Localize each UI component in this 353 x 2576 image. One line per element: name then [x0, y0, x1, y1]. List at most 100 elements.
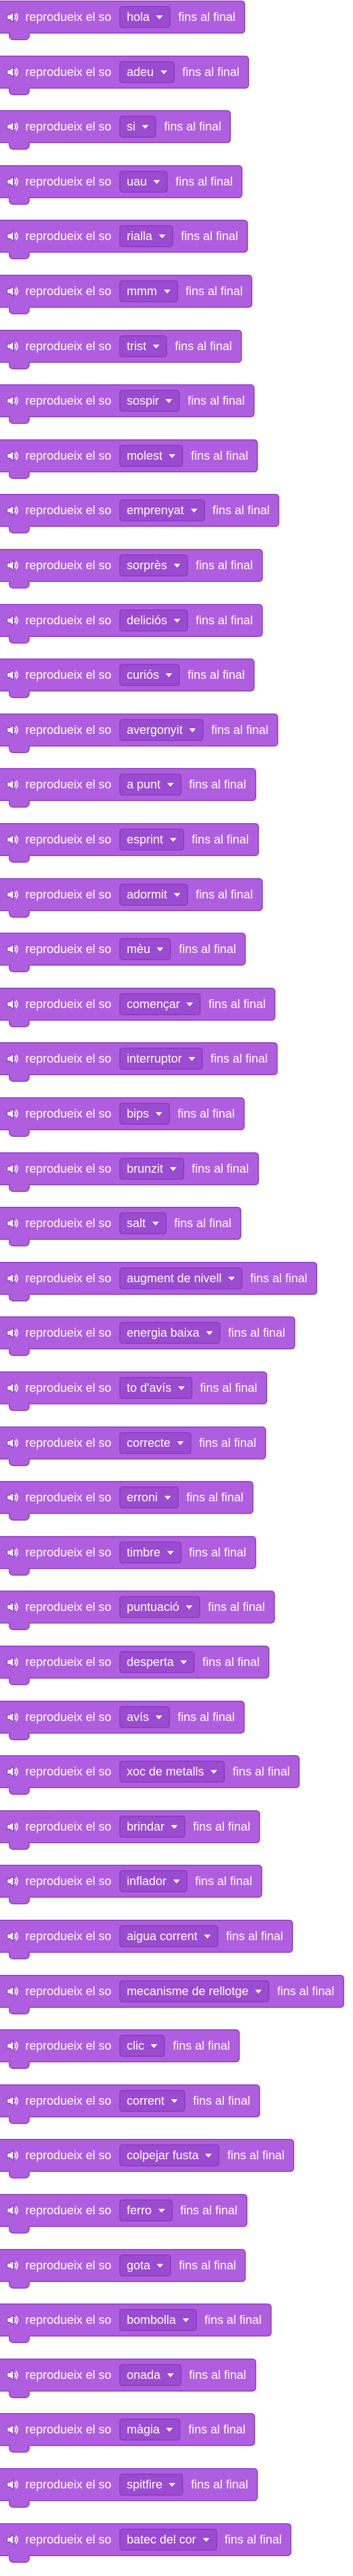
- play-sound-until-done-block[interactable]: reprodueix el so sospir fins al final: [0, 384, 255, 424]
- sound-dropdown[interactable]: erroni: [119, 1486, 179, 1508]
- play-sound-until-done-block[interactable]: reprodueix el so colpejar fusta fins al …: [0, 2139, 295, 2179]
- sound-dropdown[interactable]: timbre: [119, 1542, 181, 1564]
- sound-dropdown[interactable]: uau: [119, 171, 168, 193]
- speaker-icon: [5, 2533, 20, 2547]
- sound-dropdown[interactable]: correcte: [119, 1432, 192, 1454]
- sound-dropdown[interactable]: mecanisme de rellotge: [119, 1980, 269, 2002]
- play-sound-until-done-block[interactable]: reprodueix el so adeu fins al final: [0, 56, 250, 95]
- sound-dropdown[interactable]: a punt: [119, 774, 181, 796]
- play-sound-until-done-block[interactable]: reprodueix el so onada fins al final: [0, 2359, 256, 2398]
- play-sound-until-done-block[interactable]: reprodueix el so avís fins al final: [0, 1701, 245, 1740]
- sound-dropdown[interactable]: spitfire: [119, 2474, 184, 2496]
- play-sound-until-done-block[interactable]: reprodueix el so rialla fins al final: [0, 220, 248, 259]
- play-sound-until-done-block[interactable]: reprodueix el so trist fins al final: [0, 330, 242, 369]
- play-sound-until-done-block[interactable]: reprodueix el so energia baixa fins al f…: [0, 1316, 295, 1356]
- sound-dropdown[interactable]: to d'avís: [119, 1377, 192, 1399]
- sound-dropdown[interactable]: avergonyit: [119, 719, 204, 741]
- sound-dropdown[interactable]: ferro: [119, 2199, 173, 2221]
- chevron-down-icon: [211, 1769, 218, 1774]
- play-sound-until-done-block[interactable]: reprodueix el so desperta fins al final: [0, 1646, 270, 1685]
- play-sound-until-done-block[interactable]: reprodueix el so puntuació fins al final: [0, 1591, 275, 1630]
- play-sound-until-done-block[interactable]: reprodueix el so mecanisme de rellotge f…: [0, 1975, 344, 2014]
- play-sound-until-done-block[interactable]: reprodueix el so deliciós fins al final: [0, 604, 263, 644]
- play-sound-until-done-block[interactable]: reprodueix el so spitfire fins al final: [0, 2468, 258, 2508]
- play-sound-until-done-block[interactable]: reprodueix el so gota fins al final: [0, 2249, 246, 2289]
- sound-dropdown[interactable]: brunzit: [119, 1158, 184, 1180]
- play-sound-until-done-block[interactable]: reprodueix el so timbre fins al final: [0, 1536, 256, 1576]
- play-sound-until-done-block[interactable]: reprodueix el so adormit fins al final: [0, 878, 263, 918]
- chevron-down-icon: [167, 2373, 174, 2377]
- play-sound-until-done-block[interactable]: reprodueix el so mèu fins al final: [0, 933, 246, 972]
- sound-dropdown[interactable]: bombolla: [119, 2309, 197, 2331]
- sound-dropdown[interactable]: augment de nivell: [119, 1267, 242, 1289]
- sound-dropdown-value: avís: [126, 1710, 149, 1724]
- play-sound-until-done-block[interactable]: reprodueix el so sorprès fins al final: [0, 549, 263, 589]
- play-sound-until-done-block[interactable]: reprodueix el so bombolla fins al final: [0, 2303, 272, 2343]
- play-sound-until-done-block[interactable]: reprodueix el so brunzit fins al final: [0, 1152, 259, 1192]
- sound-dropdown[interactable]: colpejar fusta: [119, 2144, 220, 2166]
- sound-dropdown[interactable]: hola: [119, 6, 171, 28]
- sound-dropdown[interactable]: mmm: [119, 280, 178, 302]
- play-sound-until-done-block[interactable]: reprodueix el so xoc de metalls fins al …: [0, 1755, 300, 1795]
- play-sound-until-done-block[interactable]: reprodueix el so esprint fins al final: [0, 823, 259, 863]
- play-sound-until-done-block[interactable]: reprodueix el so salt fins al final: [0, 1207, 241, 1246]
- sound-dropdown[interactable]: curiós: [119, 664, 180, 686]
- sound-dropdown[interactable]: clic: [119, 2035, 166, 2057]
- sound-dropdown[interactable]: salt: [119, 1212, 167, 1234]
- sound-dropdown[interactable]: brindar: [119, 1816, 186, 1838]
- sound-dropdown[interactable]: puntuació: [119, 1596, 200, 1618]
- play-sound-until-done-block[interactable]: reprodueix el so to d'avís fins al final: [0, 1371, 267, 1411]
- play-sound-until-done-block[interactable]: reprodueix el so erroni fins al final: [0, 1481, 253, 1521]
- play-sound-until-done-block[interactable]: reprodueix el so interruptor fins al fin…: [0, 1042, 278, 1082]
- play-sound-until-done-block[interactable]: reprodueix el so brindar fins al final: [0, 1810, 260, 1850]
- sound-dropdown[interactable]: corrent: [119, 2090, 186, 2112]
- sound-dropdown[interactable]: batec del cor: [119, 2529, 217, 2551]
- play-sound-until-done-block[interactable]: reprodueix el so aigua corrent fins al f…: [0, 1920, 293, 1959]
- play-sound-until-done-block[interactable]: reprodueix el so correcte fins al final: [0, 1426, 266, 1466]
- play-sound-until-done-block[interactable]: reprodueix el so molest fins al final: [0, 439, 258, 479]
- sound-dropdown[interactable]: adormit: [119, 884, 188, 906]
- play-sound-until-done-block[interactable]: reprodueix el so mmm fins al final: [0, 275, 253, 314]
- sound-dropdown[interactable]: mèu: [119, 938, 172, 960]
- play-sound-until-done-block[interactable]: reprodueix el so màgia fins al final: [0, 2413, 256, 2453]
- sound-dropdown[interactable]: rialla: [119, 225, 174, 247]
- play-sound-until-done-block[interactable]: reprodueix el so emprenyat fins al final: [0, 494, 280, 533]
- play-sound-until-done-block[interactable]: reprodueix el so inflador fins al final: [0, 1865, 262, 1904]
- play-sound-until-done-block[interactable]: reprodueix el so corrent fins al final: [0, 2084, 260, 2124]
- play-sound-until-done-block[interactable]: reprodueix el so si fins al final: [0, 110, 231, 150]
- play-sound-until-done-block[interactable]: reprodueix el so curiós fins al final: [0, 658, 255, 698]
- sound-dropdown[interactable]: aigua corrent: [119, 1925, 218, 1947]
- sound-dropdown[interactable]: adeu: [119, 61, 175, 83]
- sound-dropdown[interactable]: inflador: [119, 1870, 187, 1892]
- sound-dropdown[interactable]: si: [119, 116, 157, 138]
- play-sound-until-done-block[interactable]: reprodueix el so augment de nivell fins …: [0, 1262, 317, 1301]
- sound-dropdown[interactable]: emprenyat: [119, 499, 205, 521]
- sound-dropdown[interactable]: esprint: [119, 829, 184, 851]
- sound-dropdown[interactable]: xoc de metalls: [119, 1761, 225, 1783]
- sound-dropdown[interactable]: començar: [119, 993, 201, 1015]
- sound-dropdown[interactable]: onada: [119, 2364, 181, 2386]
- play-sound-until-done-block[interactable]: reprodueix el so ferro fins al final: [0, 2194, 247, 2234]
- sound-dropdown[interactable]: sospir: [119, 390, 180, 412]
- play-sound-until-done-block[interactable]: reprodueix el so uau fins al final: [0, 165, 243, 205]
- sound-dropdown[interactable]: interruptor: [119, 1048, 203, 1070]
- sound-dropdown[interactable]: energia baixa: [119, 1322, 220, 1344]
- sound-dropdown[interactable]: avís: [119, 1706, 170, 1728]
- sound-dropdown[interactable]: trist: [119, 335, 167, 357]
- play-sound-until-done-block[interactable]: reprodueix el so batec del cor fins al f…: [0, 2523, 292, 2563]
- sound-dropdown[interactable]: bips: [119, 1103, 170, 1125]
- sound-dropdown[interactable]: deliciós: [119, 609, 188, 631]
- play-sound-until-done-block[interactable]: reprodueix el so bips fins al final: [0, 1097, 245, 1137]
- chevron-down-icon: [155, 1112, 162, 1116]
- play-sound-until-done-block[interactable]: reprodueix el so avergonyit fins al fina…: [0, 714, 279, 753]
- sound-dropdown[interactable]: màgia: [119, 2419, 181, 2441]
- sound-dropdown[interactable]: gota: [119, 2254, 172, 2277]
- play-sound-until-done-block[interactable]: reprodueix el so clic fins al final: [0, 2029, 240, 2069]
- sound-dropdown[interactable]: molest: [119, 445, 184, 467]
- sound-dropdown[interactable]: desperta: [119, 1651, 195, 1673]
- play-sound-until-done-block[interactable]: reprodueix el so a punt fins al final: [0, 768, 256, 808]
- play-sound-until-done-block[interactable]: reprodueix el so començar fins al final: [0, 988, 276, 1027]
- speaker-icon: [5, 1436, 20, 1450]
- sound-dropdown[interactable]: sorprès: [119, 554, 188, 576]
- play-sound-until-done-block[interactable]: reprodueix el so hola fins al final: [0, 1, 246, 40]
